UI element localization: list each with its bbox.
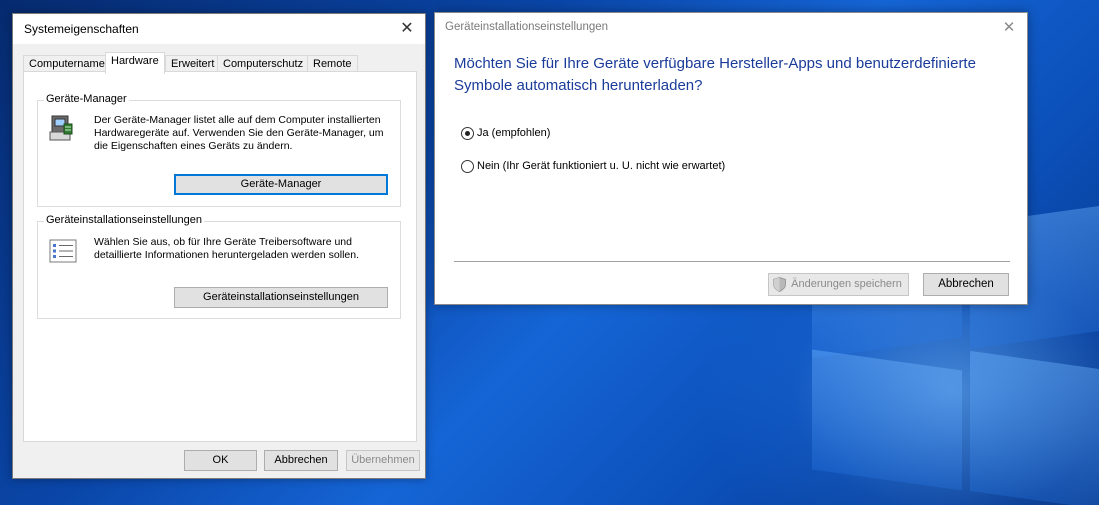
option-yes-label[interactable]: Ja (empfohlen) [477,127,550,139]
device-install-settings-button[interactable]: Geräteinstallationseinstellungen [174,287,388,308]
group-legend: Geräteinstallationseinstellungen [44,214,204,226]
checklist-icon [49,239,77,266]
save-changes-button[interactable]: Änderungen speichern [768,273,909,296]
save-changes-label: Änderungen speichern [791,278,902,290]
group-legend: Geräte-Manager [44,93,129,105]
description-line: Hardwaregeräte auf. Verwenden Sie den Ge… [94,127,384,139]
description-line: Der Geräte-Manager listet alle auf dem C… [94,114,381,126]
dialog-question: Möchten Sie für Ihre Geräte verfügbare H… [454,53,1014,97]
ok-button[interactable]: OK [184,450,257,471]
radio-button-no[interactable] [461,160,474,173]
hardware-tab-panel: Geräte-Manager Der Geräte-Manager listet… [23,71,417,442]
system-properties-window: Systemeigenschaften ✕ Computername Hardw… [12,13,426,479]
description-line: detaillierte Informationen heruntergelad… [94,249,360,261]
title-bar[interactable]: Systemeigenschaften ✕ [13,14,425,44]
device-manager-button[interactable]: Geräte-Manager [174,174,388,195]
option-no-label[interactable]: Nein (Ihr Gerät funktioniert u. U. nicht… [477,160,725,172]
close-icon[interactable]: ✕ [391,14,423,44]
close-icon[interactable]: ✕ [993,13,1025,43]
windows-logo-pane-bottom [812,349,962,491]
description-line: die Eigenschaften eines Geräts zu ändern… [94,140,293,152]
uac-shield-icon [773,277,786,292]
radio-button-yes[interactable] [461,127,474,140]
device-install-settings-dialog: Geräteinstallationseinstellungen ✕ Möcht… [434,12,1028,305]
dialog-cancel-button[interactable]: Abbrechen [923,273,1009,296]
cancel-button[interactable]: Abbrechen [264,450,338,471]
apply-button[interactable]: Übernehmen [346,450,420,471]
separator [454,261,1010,262]
question-line: Symbole automatisch herunterladen? [454,77,703,94]
windows-logo-pane-bottom-right [970,350,1099,505]
device-manager-icon [48,114,74,145]
tab-hardware[interactable]: Hardware [105,52,165,74]
device-install-group: Geräteinstallationseinstellungen Wählen … [37,214,401,319]
description-line: Wählen Sie aus, ob für Ihre Geräte Treib… [94,236,352,248]
question-line: Möchten Sie für Ihre Geräte verfügbare H… [454,55,976,72]
dialog-title: Geräteinstallationseinstellungen [445,21,609,33]
window-title: Systemeigenschaften [24,22,139,36]
device-manager-group: Geräte-Manager Der Geräte-Manager listet… [37,93,401,207]
